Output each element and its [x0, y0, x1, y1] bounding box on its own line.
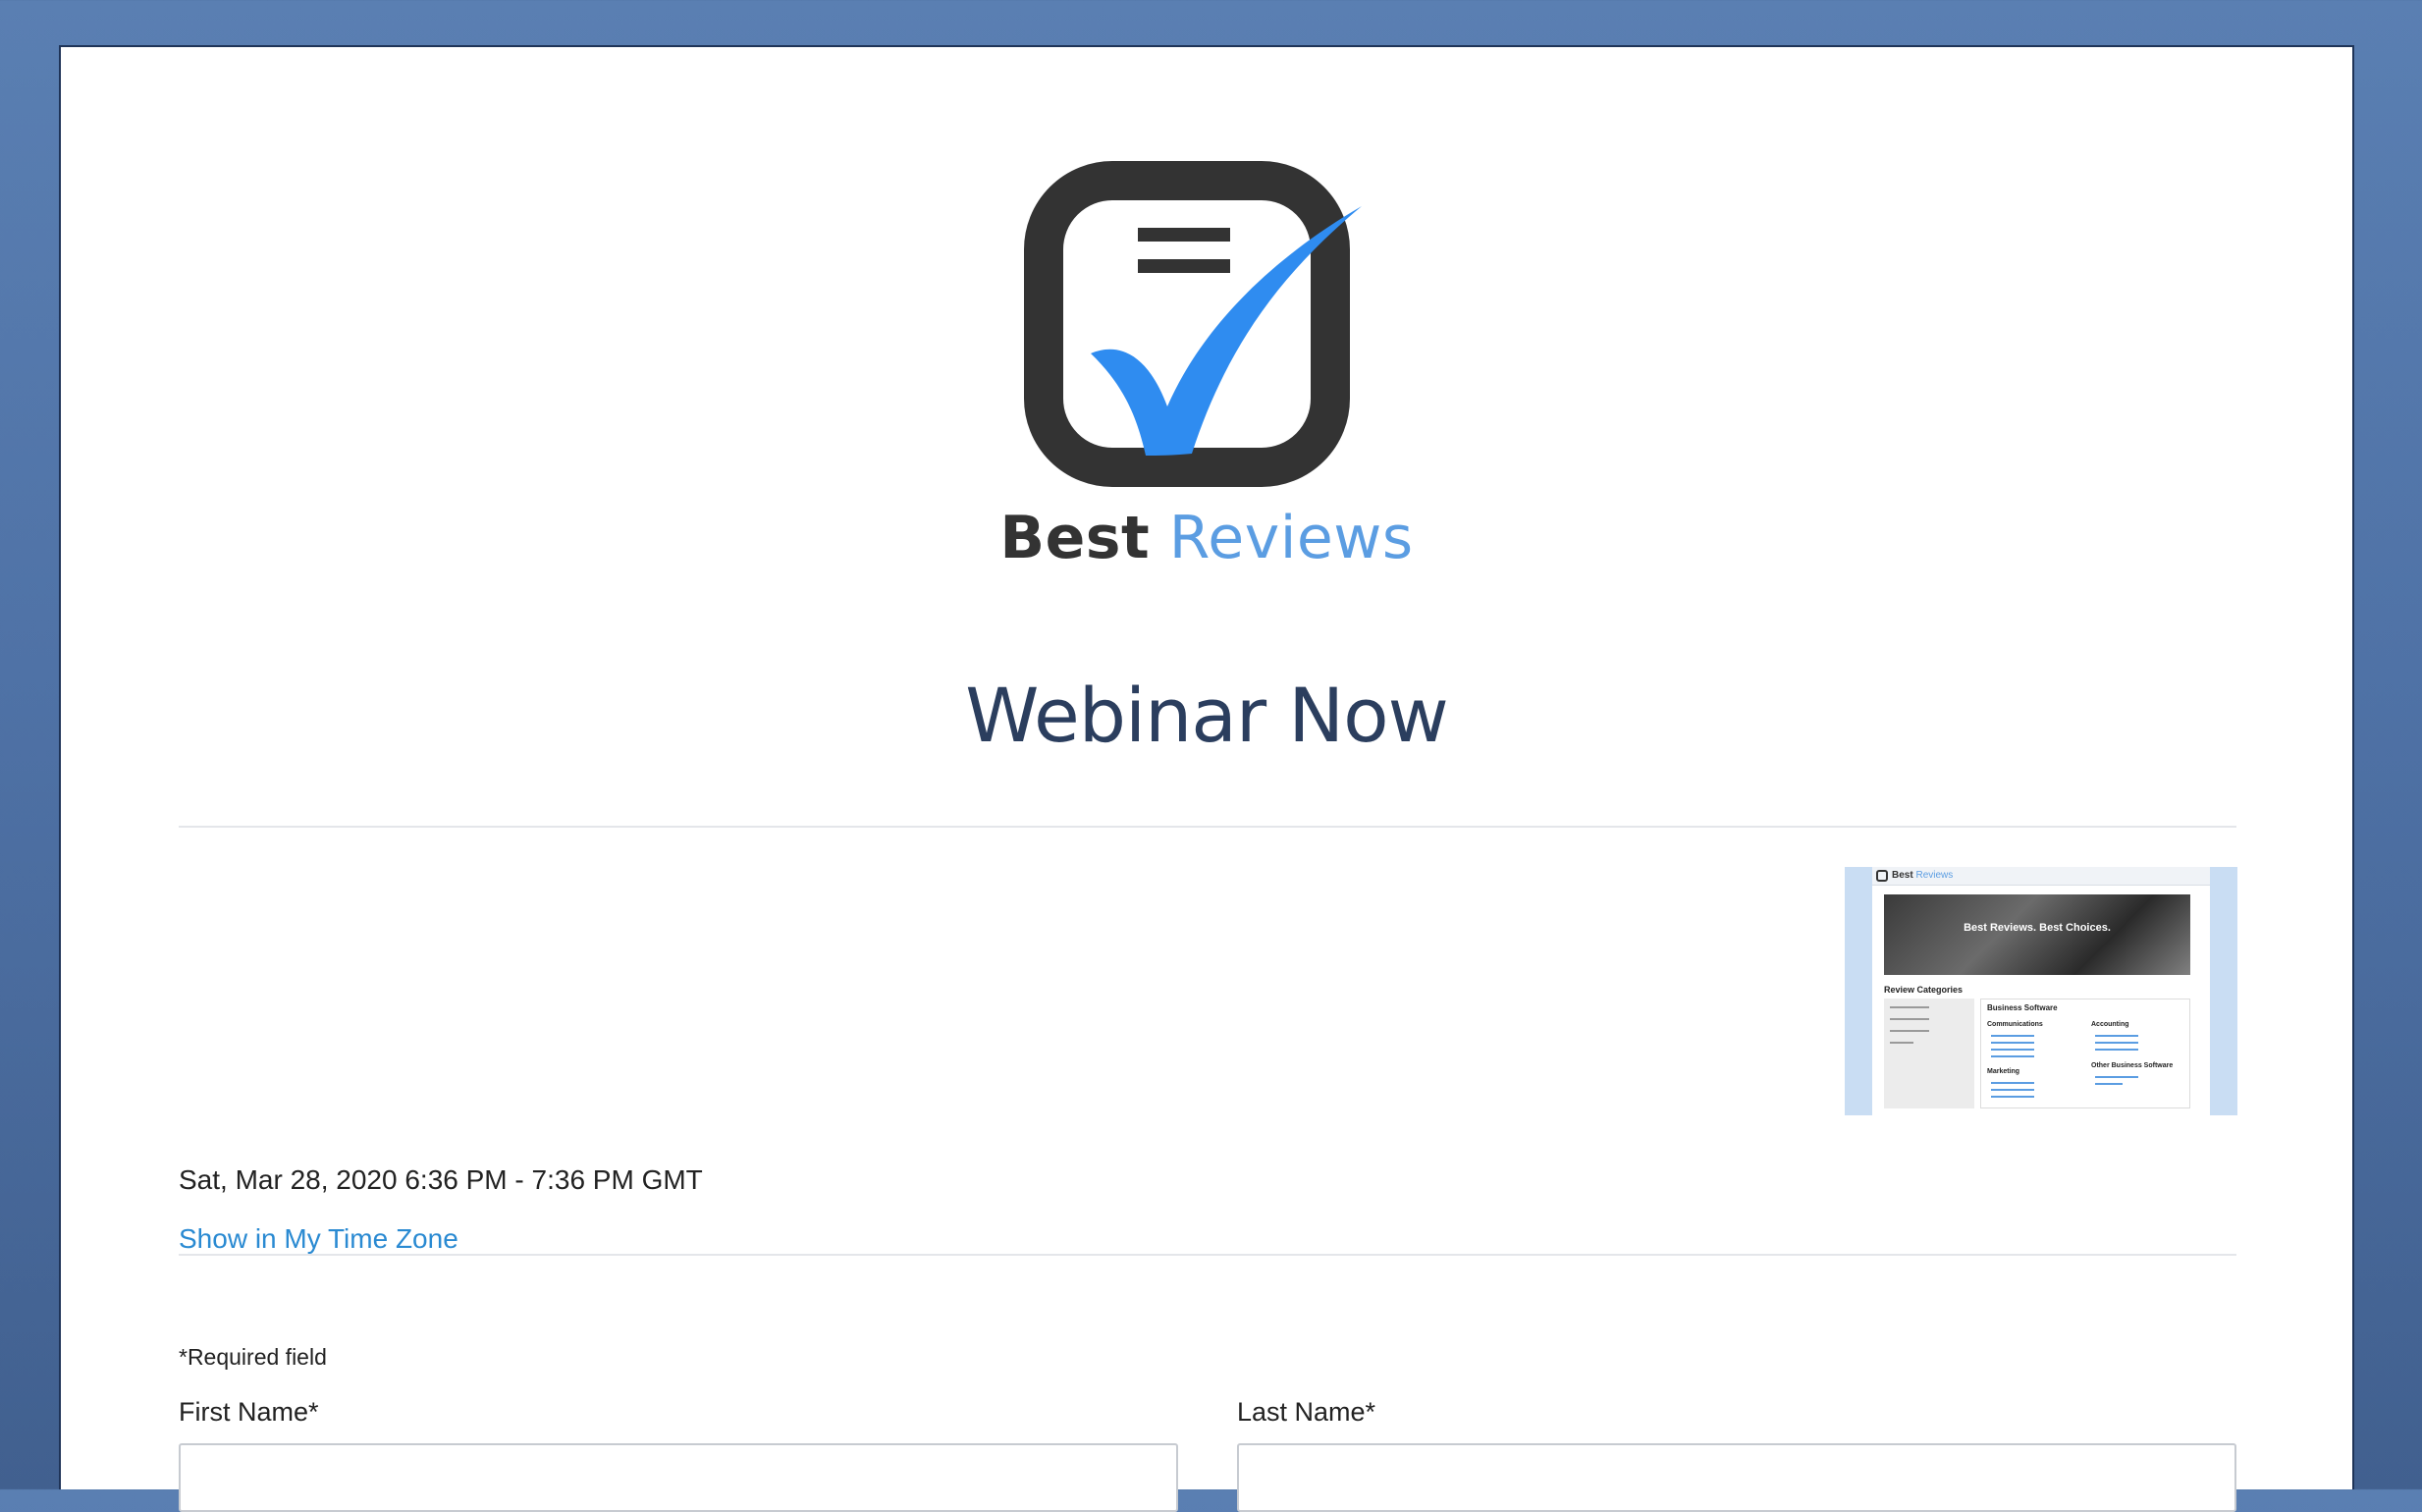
thumbnail-col-heading: Accounting — [2091, 1021, 2129, 1028]
thumbnail-section-heading: Review Categories — [1884, 985, 1964, 995]
thumbnail-sidebar-line — [1890, 1042, 1913, 1044]
page-title: Webinar Now — [965, 672, 1448, 759]
checklist-checkmark-icon — [1024, 161, 1362, 487]
required-field-note: *Required field — [179, 1344, 327, 1370]
thumbnail-link — [2095, 1083, 2123, 1085]
last-name-label: Last Name* — [1237, 1397, 1376, 1427]
thumbnail-sidebar — [1884, 999, 1974, 1108]
divider — [179, 826, 2236, 828]
thumbnail-col-heading: Marketing — [1987, 1068, 2020, 1075]
thumbnail-hero-text: Best Reviews. Best Choices. — [1964, 922, 2111, 934]
thumbnail-col-heading: Communications — [1987, 1021, 2043, 1028]
brand-wordmark: Best Reviews — [61, 499, 2352, 577]
brand-logo — [61, 161, 2352, 495]
first-name-label: First Name* — [179, 1397, 319, 1427]
thumbnail-sidebar-line — [1890, 1006, 1929, 1008]
last-name-input[interactable] — [1237, 1443, 2236, 1512]
thumbnail-logo-icon — [1876, 870, 1888, 882]
thumbnail-link — [1991, 1089, 2034, 1091]
thumbnail-panel-heading: Business Software — [1987, 1003, 2058, 1012]
thumbnail-brand-best: Best — [1892, 870, 1913, 881]
thumbnail-link — [1991, 1082, 2034, 1084]
thumbnail-link — [1991, 1035, 2034, 1037]
thumbnail-brand: Best Reviews — [1892, 869, 1953, 883]
thumbnail-col-heading: Other Business Software — [2091, 1062, 2174, 1069]
thumbnail-hero: Best Reviews. Best Choices. — [1884, 894, 2190, 975]
registration-card: Best Reviews Webinar Now Best Reviews Be… — [59, 45, 2354, 1512]
brand-name-reviews: Reviews — [1168, 504, 1414, 572]
thumbnail-link — [1991, 1049, 2034, 1051]
thumbnail-link — [2095, 1035, 2138, 1037]
thumbnail-link — [2095, 1076, 2138, 1078]
thumbnail-link — [2095, 1042, 2138, 1044]
thumbnail-page: Best Reviews Best Reviews. Best Choices.… — [1872, 867, 2210, 1115]
thumbnail-header: Best Reviews — [1872, 867, 2210, 886]
thumbnail-sidebar-line — [1890, 1018, 1929, 1020]
thumbnail-link — [1991, 1096, 2034, 1098]
event-thumbnail: Best Reviews Best Reviews. Best Choices.… — [1845, 867, 2237, 1115]
thumbnail-link — [1991, 1042, 2034, 1044]
show-my-timezone-link[interactable]: Show in My Time Zone — [179, 1219, 458, 1259]
thumbnail-link — [2095, 1049, 2138, 1051]
thumbnail-panel: Business Software Communications Marketi… — [1980, 999, 2190, 1108]
thumbnail-sidebar-line — [1890, 1030, 1929, 1032]
thumbnail-brand-reviews: Reviews — [1915, 870, 1954, 881]
thumbnail-link — [1991, 1055, 2034, 1057]
brand-name-best: Best — [999, 504, 1151, 572]
event-date-range: Sat, Mar 28, 2020 6:36 PM - 7:36 PM GMT — [179, 1164, 703, 1195]
divider — [179, 1254, 2236, 1256]
first-name-input[interactable] — [179, 1443, 1178, 1512]
